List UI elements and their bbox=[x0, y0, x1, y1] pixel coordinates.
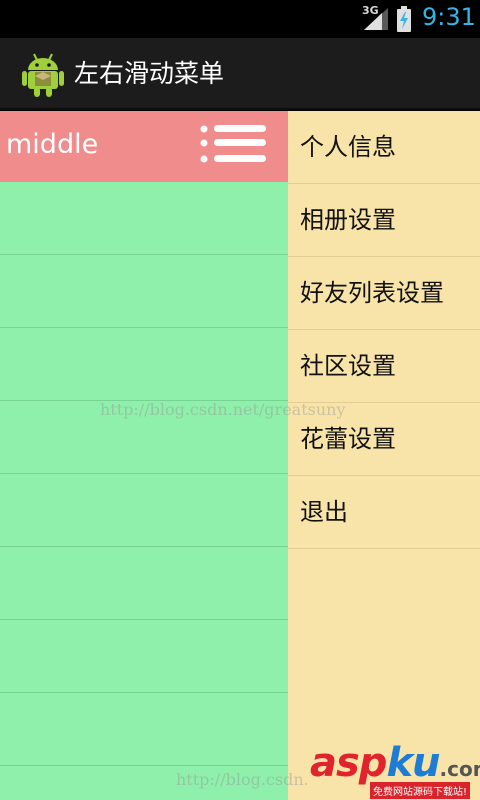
battery-charging-icon bbox=[397, 6, 411, 32]
list-item[interactable] bbox=[0, 620, 288, 693]
list-item[interactable] bbox=[0, 182, 288, 255]
list-menu-icon[interactable] bbox=[196, 123, 268, 169]
list-item[interactable] bbox=[0, 328, 288, 401]
logo-part-1: asp bbox=[310, 740, 387, 786]
menu-item-friend-list-settings[interactable]: 好友列表设置 bbox=[288, 257, 480, 330]
list-item[interactable] bbox=[0, 255, 288, 328]
clock: 9:31 bbox=[422, 3, 476, 31]
aspku-logo: aspku.com 免费网站源码下载站! bbox=[308, 738, 480, 800]
menu-item-community-settings[interactable]: 社区设置 bbox=[288, 330, 480, 403]
status-bar: 3G 9:31 bbox=[0, 0, 480, 38]
menu-item-album-settings[interactable]: 相册设置 bbox=[288, 184, 480, 257]
list-item[interactable] bbox=[0, 547, 288, 620]
watermark-url: http://blog.csdn.net/greatsuny bbox=[100, 400, 346, 419]
list-item[interactable] bbox=[0, 474, 288, 547]
middle-panel[interactable]: middle bbox=[0, 111, 288, 800]
menu-item-personal-info[interactable]: 个人信息 bbox=[288, 111, 480, 184]
middle-header: middle bbox=[0, 111, 288, 182]
middle-list bbox=[0, 182, 288, 800]
watermark-url-partial: http://blog.csdn. bbox=[176, 770, 309, 789]
middle-title: middle bbox=[6, 129, 99, 160]
signal-icon bbox=[364, 8, 388, 30]
right-slide-menu: 个人信息 相册设置 好友列表设置 社区设置 花蕾设置 退出 bbox=[288, 111, 480, 800]
action-bar bbox=[0, 38, 480, 110]
logo-part-2: ku bbox=[386, 740, 440, 786]
menu-item-exit[interactable]: 退出 bbox=[288, 476, 480, 549]
logo-suffix: .com bbox=[439, 757, 480, 781]
app-title: 左右滑动菜单 bbox=[74, 59, 225, 88]
android-robot-icon bbox=[22, 53, 64, 97]
logo-slogan: 免费网站源码下载站! bbox=[370, 782, 471, 799]
list-item[interactable] bbox=[0, 693, 288, 766]
